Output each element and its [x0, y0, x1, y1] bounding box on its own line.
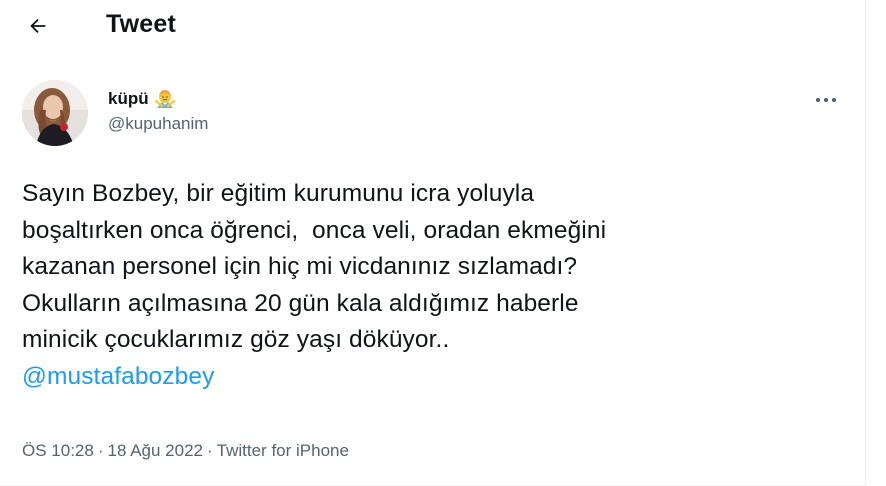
tweet-author: küpü @kupuhanim	[22, 80, 208, 150]
tweet-line: kazanan personel için hiç mi vicdanınız …	[22, 253, 578, 280]
user-handle[interactable]: @kupuhanim	[108, 114, 208, 134]
top-bar: Tweet	[0, 0, 866, 52]
separator: ·	[206, 441, 213, 460]
ellipsis-icon	[815, 97, 837, 103]
back-button[interactable]	[18, 6, 58, 46]
separator: ·	[97, 441, 104, 460]
arrow-left-icon	[30, 18, 46, 34]
tweet-body: Sayın Bozbey, bir eğitim kurumunu icra y…	[22, 176, 842, 395]
tweet-line: boşaltırken onca öğrenci, onca veli, ora…	[22, 216, 607, 244]
tweet-line: minicik çocuklarımız göz yaşı döküyor..	[22, 326, 450, 353]
tweet-line: Okulların açılmasına 20 gün kala aldığım…	[22, 289, 579, 317]
author-info: küpü @kupuhanim	[108, 88, 208, 134]
tweet-metadata: ÖS 10:28 · 18 Ağu 2022 · Twitter for iPhone	[22, 441, 349, 461]
tweet-date[interactable]: 18 Ağu 2022	[108, 441, 203, 460]
profile-photo	[22, 80, 88, 146]
tweet-line: Sayın Bozbey, bir eğitim kurumunu icra y…	[22, 180, 535, 207]
tweet-time[interactable]: ÖS 10:28	[22, 441, 94, 460]
tweet-source[interactable]: Twitter for iPhone	[217, 441, 349, 460]
page-title: Tweet	[106, 10, 176, 38]
display-name-row: küpü	[108, 88, 208, 110]
more-options-button[interactable]	[806, 83, 846, 117]
mention-link[interactable]: @mustafabozbey	[22, 363, 214, 390]
person-gesturing-no-emoji	[154, 90, 175, 108]
avatar[interactable]	[22, 80, 88, 146]
display-name[interactable]: küpü	[108, 89, 149, 109]
scrollbar-track[interactable]	[865, 0, 886, 486]
